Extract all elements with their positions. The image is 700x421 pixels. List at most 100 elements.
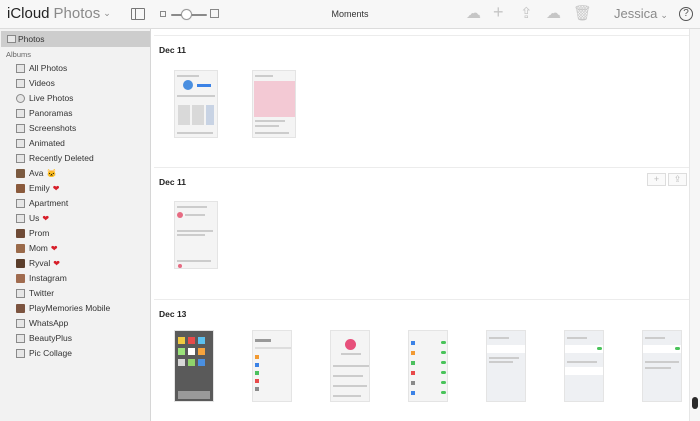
sidebar-item-photos[interactable]: Photos xyxy=(1,31,150,47)
sidebar-item-us[interactable]: Us ❤ xyxy=(0,211,151,226)
sidebar-item-videos[interactable]: Videos xyxy=(0,76,151,91)
photo-thumbnail[interactable] xyxy=(564,330,604,402)
photo-thumbnail[interactable] xyxy=(330,330,370,402)
sidebar-item-label: Emily xyxy=(29,183,50,193)
cloud-download-icon[interactable]: ☁ xyxy=(546,6,561,22)
app-switcher[interactable]: iCloud Photos ⌄ xyxy=(7,5,111,22)
top-toolbar: iCloud Photos ⌄ Moments ☁ + ⇪ ☁ 🗑 Jessica ⌄… xyxy=(0,0,700,29)
brand-label: iCloud xyxy=(7,5,50,22)
album-thumbnail xyxy=(16,169,25,178)
sidebar-item-label: Prom xyxy=(29,228,50,238)
photo-thumbnail[interactable] xyxy=(642,330,682,402)
sidebar-item-playmemories[interactable]: PlayMemories Mobile xyxy=(0,301,151,316)
sidebar-item-ryval[interactable]: Ryval ❤ xyxy=(0,256,151,271)
sidebar-item-label: Us xyxy=(29,213,40,223)
chevron-down-icon: ⌄ xyxy=(660,10,668,20)
sidebar-item-twitter[interactable]: Twitter xyxy=(0,286,151,301)
photo-thumbnail[interactable] xyxy=(174,201,218,269)
cat-emoji: 🐱 xyxy=(46,169,57,178)
animated-icon xyxy=(16,139,25,148)
user-menu[interactable]: Jessica ⌄ xyxy=(614,6,668,21)
sidebar-item-prom[interactable]: Prom xyxy=(0,226,151,241)
photo-thumbnail[interactable] xyxy=(252,330,292,402)
sidebar-item-label: Screenshots xyxy=(29,123,77,133)
album-icon xyxy=(16,199,25,208)
sidebar-item-apartment[interactable]: Apartment xyxy=(0,196,151,211)
sidebar-item-live-photos[interactable]: Live Photos xyxy=(0,91,151,106)
sidebar-item-beautyplus[interactable]: BeautyPlus xyxy=(0,331,151,346)
sidebar-item-label: Live Photos xyxy=(29,93,74,103)
photo-thumbnail[interactable] xyxy=(174,70,218,138)
share-icon[interactable]: ⇪ xyxy=(668,173,687,186)
sidebar-item-label: Videos xyxy=(29,78,55,88)
app-name: Photos xyxy=(53,5,101,22)
live-photo-icon xyxy=(16,94,25,103)
album-thumbnail xyxy=(16,259,25,268)
sidebar-item-label: Ava xyxy=(29,168,44,178)
sidebar-item-label: BeautyPlus xyxy=(29,333,72,343)
sidebar-item-recently-deleted[interactable]: Recently Deleted xyxy=(0,151,151,166)
sidebar-item-mom[interactable]: Mom ❤ xyxy=(0,241,151,256)
heart-emoji: ❤ xyxy=(53,259,60,268)
sidebar-item-emily[interactable]: Emily ❤ xyxy=(0,181,151,196)
sidebar-item-label: Ryval xyxy=(29,258,51,268)
trash-icon[interactable]: 🗑 xyxy=(573,6,592,22)
sidebar-item-animated[interactable]: Animated xyxy=(0,136,151,151)
sidebar-item-label: WhatsApp xyxy=(29,318,69,328)
sidebar-item-label: Instagram xyxy=(29,273,67,283)
zoom-out-icon[interactable] xyxy=(160,11,166,17)
photo-thumbnail[interactable] xyxy=(486,330,526,402)
photo-thumbnail[interactable] xyxy=(252,70,296,138)
sidebar-item-label: Twitter xyxy=(29,288,55,298)
chevron-down-icon: ⌄ xyxy=(103,8,111,18)
sidebar-item-pic-collage[interactable]: Pic Collage xyxy=(0,346,151,361)
sidebar-item-label: Apartment xyxy=(29,198,69,208)
plus-icon[interactable]: + xyxy=(493,3,504,21)
album-thumbnail xyxy=(16,304,25,313)
sidebar-toggle-icon[interactable] xyxy=(131,8,145,20)
album-thumbnail xyxy=(16,274,25,283)
sidebar-item-label: Animated xyxy=(29,138,65,148)
moment-date: Dec 13 xyxy=(159,309,187,319)
moments-view: Dec 11 Dec 11 + ⇪ Dec 13 xyxy=(151,29,689,421)
album-thumbnail xyxy=(16,244,25,253)
heart-emoji: ❤ xyxy=(42,214,50,223)
album-icon xyxy=(16,289,25,298)
sidebar-item-label: Recently Deleted xyxy=(29,153,94,163)
album-icon xyxy=(16,349,25,358)
sidebar-item-label: PlayMemories Mobile xyxy=(29,303,111,313)
album-icon xyxy=(16,214,25,223)
sidebar-item-screenshots[interactable]: Screenshots xyxy=(0,121,151,136)
trash-icon xyxy=(16,154,25,163)
screenshot-icon xyxy=(16,124,25,133)
heart-emoji: ❤ xyxy=(50,244,58,253)
sidebar-item-label: Pic Collage xyxy=(29,348,72,358)
sidebar-item-ava[interactable]: Ava 🐱 xyxy=(0,166,151,181)
add-to-album-button[interactable]: + xyxy=(647,173,666,186)
share-icon[interactable]: ⇪ xyxy=(520,6,533,22)
sidebar-item-label: All Photos xyxy=(29,63,68,73)
moment-section: Dec 11 + ⇪ xyxy=(154,167,689,299)
sidebar-item-label: Panoramas xyxy=(29,108,73,118)
zoom-in-icon[interactable] xyxy=(210,9,219,18)
album-icon xyxy=(16,319,25,328)
sidebar-item-panoramas[interactable]: Panoramas xyxy=(0,106,151,121)
photo-thumbnail[interactable] xyxy=(408,330,448,402)
scrollbar[interactable] xyxy=(689,29,700,421)
sidebar-item-instagram[interactable]: Instagram xyxy=(0,271,151,286)
user-name: Jessica xyxy=(614,6,658,21)
zoom-slider-handle[interactable] xyxy=(181,9,192,20)
photo-thumbnail[interactable] xyxy=(174,330,214,402)
photos-icon xyxy=(7,35,16,43)
sidebar-item-label: Mom xyxy=(29,243,48,253)
moment-section: Dec 11 xyxy=(154,35,689,167)
cloud-upload-icon[interactable]: ☁ xyxy=(466,6,481,22)
sidebar: Photos Albums All Photos Videos Live Pho… xyxy=(0,29,151,421)
sidebar-item-all-photos[interactable]: All Photos xyxy=(0,61,151,76)
album-thumbnail xyxy=(16,184,25,193)
sidebar-item-whatsapp[interactable]: WhatsApp xyxy=(0,316,151,331)
view-title: Moments xyxy=(331,9,369,19)
scrollbar-thumb[interactable] xyxy=(692,397,698,409)
help-button[interactable]: ? xyxy=(679,7,693,21)
album-icon xyxy=(16,64,25,73)
